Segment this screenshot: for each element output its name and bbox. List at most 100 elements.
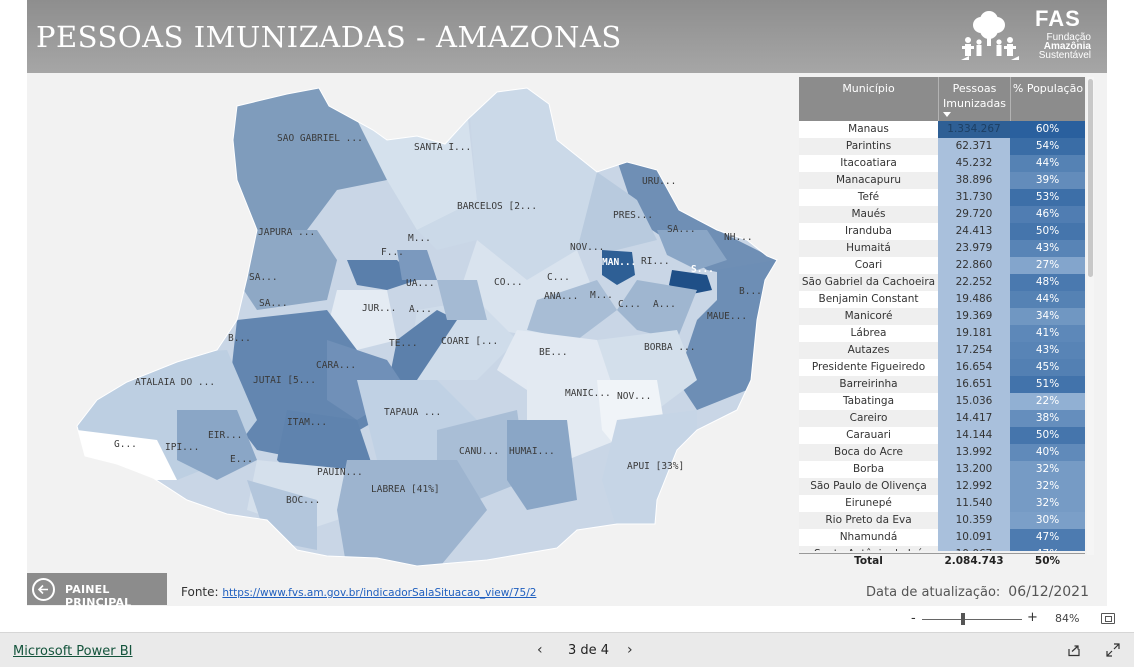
map-label-borba: BORBA ... — [644, 342, 695, 353]
table-row[interactable]: Benjamin Constant 19.486 44% — [799, 291, 1085, 308]
cell-municipio: Nhamundá — [839, 531, 898, 543]
cell-municipio: Boca do Acre — [834, 446, 903, 458]
map-label-maue: MAUE... — [707, 311, 747, 322]
source-note: Fonte: https://www.fvs.am.gov.br/indicad… — [181, 585, 536, 599]
table-row[interactable]: Rio Preto da Eva 10.359 30% — [799, 512, 1085, 529]
fas-logo: FAS Fundação Amazônia Sustentável — [959, 6, 1099, 68]
map-label-e: E... — [230, 454, 253, 465]
fullscreen-icon[interactable] — [1106, 643, 1120, 657]
cell-municipio: Benjamin Constant — [818, 293, 919, 305]
previous-page-icon[interactable]: ‹ — [537, 642, 543, 658]
back-to-main-panel-button[interactable]: PAINEL PRINCIPAL — [27, 573, 167, 609]
cell-pct: 38% — [1010, 410, 1085, 427]
table-row[interactable]: Manaus 1.334.267 60% — [799, 121, 1085, 138]
arrow-left-icon — [37, 584, 48, 595]
fit-to-page-icon[interactable] — [1101, 613, 1115, 624]
cell-pessoas: 19.486 — [938, 291, 1010, 308]
table-row[interactable]: Lábrea 19.181 41% — [799, 325, 1085, 342]
map-label-pauin: PAUIN... — [317, 467, 363, 478]
cell-pessoas: 1.334.267 — [938, 121, 1010, 138]
report-header: PESSOAS IMUNIZADAS - AMAZONAS FAS Fundaç… — [27, 0, 1107, 73]
map-label-sa1: SA... — [667, 224, 696, 235]
table-row[interactable]: Humaitá 23.979 43% — [799, 240, 1085, 257]
table-row[interactable]: Eirunepé 11.540 32% — [799, 495, 1085, 512]
map-label-ua: UA... — [406, 278, 435, 289]
table-row[interactable]: Borba 13.200 32% — [799, 461, 1085, 478]
cell-pessoas: 14.144 — [938, 427, 1010, 444]
table-scrollbar[interactable] — [1087, 77, 1094, 555]
table-row[interactable]: Boca do Acre 13.992 40% — [799, 444, 1085, 461]
map-label-co: CO... — [494, 277, 523, 288]
source-link[interactable]: https://www.fvs.am.gov.br/indicadorSalaS… — [222, 587, 536, 599]
cell-pct: 43% — [1010, 240, 1085, 257]
cell-pessoas: 16.654 — [938, 359, 1010, 376]
cell-municipio: São Paulo de Olivença — [810, 480, 927, 492]
table-row[interactable]: Coari 22.860 27% — [799, 257, 1085, 274]
sort-descending-icon[interactable] — [943, 112, 951, 117]
map-label-be: BE... — [539, 347, 568, 358]
zoom-slider-thumb[interactable] — [961, 613, 965, 625]
cell-municipio: Santo Antônio do Içá — [799, 546, 938, 551]
zoom-slider-track[interactable] — [922, 619, 1022, 620]
cell-pct: 60% — [1010, 121, 1085, 138]
table-row[interactable]: São Gabriel da Cachoeira 22.252 48% — [799, 274, 1085, 291]
table-row[interactable]: Autazes 17.254 43% — [799, 342, 1085, 359]
table-row[interactable]: Manacapuru 38.896 39% — [799, 172, 1085, 189]
zoom-in-button[interactable]: + — [1027, 610, 1038, 625]
map-label-cara: CARA... — [316, 360, 356, 371]
table-row[interactable]: Nhamundá 10.091 47% — [799, 529, 1085, 546]
cell-pct: 48% — [1010, 274, 1085, 291]
table-row[interactable]: Manicoré 19.369 34% — [799, 308, 1085, 325]
cell-municipio: Eirunepé — [845, 497, 892, 509]
page-navigator: ‹ 3 de 4 › — [537, 642, 647, 660]
table-row[interactable]: São Paulo de Olivença 12.992 32% — [799, 478, 1085, 495]
arrow-left-circle-icon — [32, 578, 55, 601]
table-row[interactable]: Itacoatiara 45.232 44% — [799, 155, 1085, 172]
app-window: PESSOAS IMUNIZADAS - AMAZONAS FAS Fundaç… — [0, 0, 1134, 667]
cell-pct: 46% — [1010, 206, 1085, 223]
cell-pessoas: 24.413 — [938, 223, 1010, 240]
column-header-pct[interactable]: % População — [1010, 77, 1085, 121]
cell-pct: 30% — [1010, 512, 1085, 529]
map-label-jur: JUR... — [362, 303, 396, 314]
cell-pessoas: 13.200 — [938, 461, 1010, 478]
table-row[interactable]: Tefé 31.730 53% — [799, 189, 1085, 206]
report-canvas: PESSOAS IMUNIZADAS - AMAZONAS FAS Fundaç… — [27, 0, 1107, 609]
table-row[interactable]: Carauari 14.144 50% — [799, 427, 1085, 444]
scrollbar-thumb[interactable] — [1088, 79, 1093, 277]
table-row[interactable]: Santo Antônio do Içá10.06747% — [799, 546, 1085, 551]
next-page-icon[interactable]: › — [627, 642, 633, 658]
map-label-itam: ITAM... — [287, 417, 327, 428]
map-label-manic: MANIC... — [565, 388, 611, 399]
cell-pct: 45% — [1010, 359, 1085, 376]
table-row[interactable]: Careiro 14.417 38% — [799, 410, 1085, 427]
cell-pessoas: 22.252 — [938, 274, 1010, 291]
map-label-coari: COARI [... — [441, 336, 498, 347]
table-row[interactable]: Barreirinha 16.651 51% — [799, 376, 1085, 393]
map-svg[interactable]: SAO GABRIEL ... SANTA I... BARCELOS [2..… — [57, 80, 797, 570]
map-label-barcelos: BARCELOS [2... — [457, 201, 537, 212]
column-header-municipio[interactable]: Município — [799, 77, 938, 121]
municipality-table[interactable]: Município Pessoas Imunizadas % População… — [799, 77, 1094, 569]
table-row[interactable]: Maués 29.720 46% — [799, 206, 1085, 223]
cell-pessoas: 10.067 — [938, 546, 1010, 551]
cell-pct: 47% — [1010, 546, 1085, 551]
table-row[interactable]: Tabatinga 15.036 22% — [799, 393, 1085, 410]
powerbi-link[interactable]: Microsoft Power BI — [13, 644, 132, 659]
municipality-regions[interactable] — [57, 80, 797, 570]
cell-pct: 32% — [1010, 461, 1085, 478]
amazonas-map[interactable]: SAO GABRIEL ... SANTA I... BARCELOS [2..… — [57, 80, 797, 570]
zoom-out-button[interactable]: - — [911, 611, 916, 626]
logo-line-3: Sustentável — [1038, 50, 1091, 61]
cell-pessoas: 12.992 — [938, 478, 1010, 495]
cell-municipio: Presidente Figueiredo — [811, 361, 926, 373]
update-info: Data de atualização: 06/12/2021 — [866, 584, 1089, 600]
map-label-te: TE... — [389, 338, 418, 349]
table-row[interactable]: Presidente Figueiredo 16.654 45% — [799, 359, 1085, 376]
cell-municipio: Iranduba — [845, 225, 892, 237]
table-row[interactable]: Parintins 62.371 54% — [799, 138, 1085, 155]
table-body[interactable]: Manaus 1.334.267 60% Parintins 62.371 54% Itac… — [799, 121, 1085, 551]
cell-pct: 41% — [1010, 325, 1085, 342]
table-row[interactable]: Iranduba 24.413 50% — [799, 223, 1085, 240]
share-icon[interactable] — [1067, 643, 1081, 657]
